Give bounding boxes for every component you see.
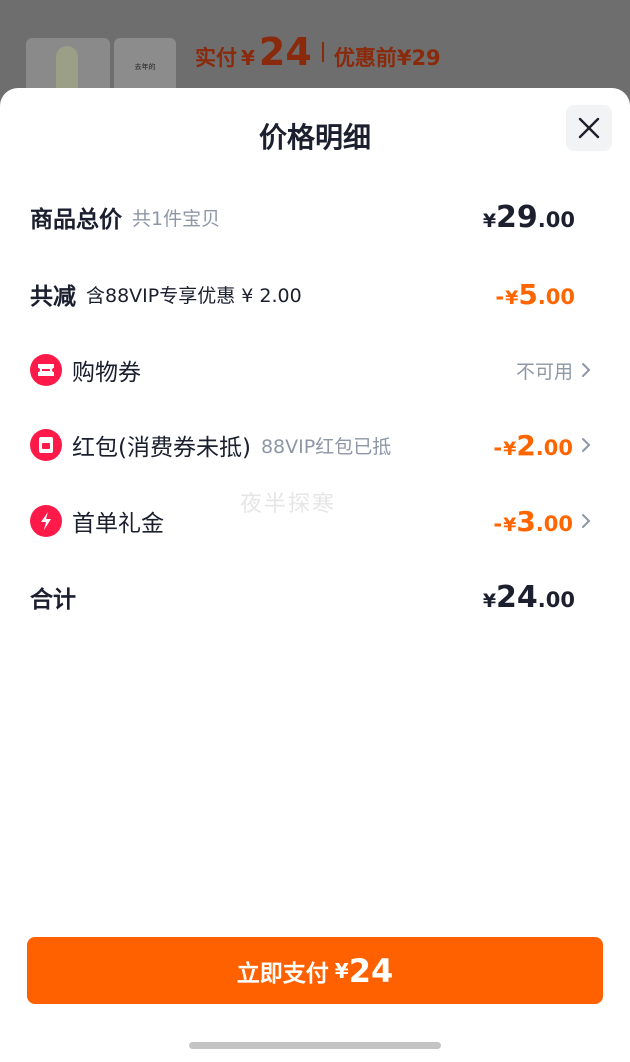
pay-now-button[interactable]: 立即支付 ¥ 24: [27, 937, 603, 1004]
coupon-label: 购物券: [72, 360, 141, 386]
price-detail-sheet: 价格明细 商品总价 共1件宝贝 ¥ 29 .00 共减 含88VIP专享优惠 ¥…: [0, 88, 630, 1062]
amount-int: 29: [496, 199, 538, 235]
coupon-row[interactable]: 购物券 不可用: [0, 345, 630, 395]
red-packet-amount: - ¥ 2 .00: [493, 429, 573, 462]
currency: ¥: [503, 437, 517, 460]
home-indicator[interactable]: [189, 1042, 441, 1049]
first-order-amount: - ¥ 3 .00: [493, 505, 573, 538]
close-button[interactable]: [566, 105, 612, 151]
first-order-label: 首单礼金: [72, 511, 164, 537]
amount-dec: .00: [537, 284, 575, 309]
ticket-icon: [30, 354, 62, 386]
amount-dec: .00: [537, 587, 575, 612]
background-price-summary: 实付 ¥ 24 优惠前 ¥ 29: [195, 30, 441, 74]
original-amount: 29: [411, 46, 441, 70]
subtotal-label: 商品总价: [30, 207, 122, 233]
original-currency: ¥: [396, 46, 412, 70]
discount-detail: 含88VIP专享优惠 ¥ 2.00: [86, 284, 302, 307]
amount-dec: .00: [537, 207, 575, 232]
subtotal-count: 共1件宝贝: [132, 207, 221, 230]
close-icon: [578, 117, 600, 139]
background-header: 去年的 实付 ¥ 24 优惠前 ¥ 29: [0, 0, 630, 100]
red-packet-detail: 88VIP红包已抵: [260, 435, 392, 458]
minus-sign: -: [493, 435, 503, 460]
red-packet-label: 红包(消费券未抵): [72, 435, 251, 461]
pay-currency: ¥: [334, 958, 349, 983]
total-label: 合计: [30, 587, 76, 613]
amount-dec: .00: [535, 435, 573, 460]
red-packet-icon: [30, 429, 62, 461]
total-amount: ¥ 24 .00: [483, 580, 575, 615]
minus-sign: -: [495, 284, 505, 309]
chevron-right-icon: [582, 438, 591, 452]
discount-row: 共减 含88VIP专享优惠 ¥ 2.00 - ¥ 5 .00: [0, 269, 630, 319]
sheet-title: 价格明细: [258, 121, 371, 154]
currency: ¥: [503, 513, 517, 536]
paid-label: 实付: [195, 46, 237, 70]
minus-sign: -: [493, 511, 503, 536]
chevron-right-icon: [582, 514, 591, 528]
pay-now-label: 立即支付: [236, 960, 329, 987]
amount-int: 24: [496, 579, 538, 615]
paid-amount: 24: [258, 30, 312, 74]
discount-label: 共减: [30, 284, 76, 310]
currency: ¥: [505, 286, 519, 309]
subtotal-amount: ¥ 29 .00: [483, 200, 575, 235]
currency: ¥: [482, 589, 497, 612]
pay-amount: 24: [348, 951, 394, 990]
divider: [321, 42, 324, 62]
currency: ¥: [482, 209, 497, 232]
coupon-status: 不可用: [515, 360, 573, 383]
original-label: 优惠前: [333, 46, 397, 70]
chevron-right-icon: [582, 363, 591, 377]
discount-amount: - ¥ 5 .00: [495, 278, 575, 311]
thumbnail-text: 去年的: [134, 63, 156, 71]
red-packet-row[interactable]: 红包(消费券未抵) 88VIP红包已抵 - ¥ 2 .00: [0, 420, 630, 470]
subtotal-row: 商品总价 共1件宝贝 ¥ 29 .00: [0, 192, 630, 242]
total-row: 合计 ¥ 24 .00: [0, 572, 630, 622]
amount-int: 2: [516, 428, 536, 462]
amount-dec: .00: [535, 511, 573, 536]
paid-currency: ¥: [241, 46, 255, 70]
amount-int: 5: [518, 277, 538, 311]
lightning-icon: [30, 505, 62, 537]
watermark: 夜半探寒: [240, 492, 337, 517]
amount-int: 3: [516, 504, 536, 538]
